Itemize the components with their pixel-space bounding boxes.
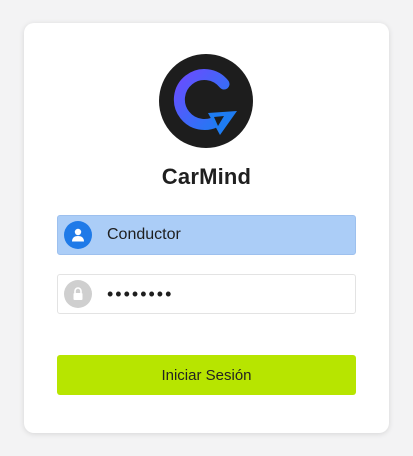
username-input[interactable] xyxy=(107,216,355,254)
password-input[interactable] xyxy=(107,275,355,313)
carmind-logo-icon xyxy=(158,53,254,149)
username-field[interactable] xyxy=(57,215,356,255)
user-icon xyxy=(64,221,92,249)
login-button[interactable]: Iniciar Sesión xyxy=(57,355,356,395)
app-title: CarMind xyxy=(161,164,252,189)
password-field[interactable] xyxy=(57,274,356,314)
lock-icon xyxy=(64,280,92,308)
